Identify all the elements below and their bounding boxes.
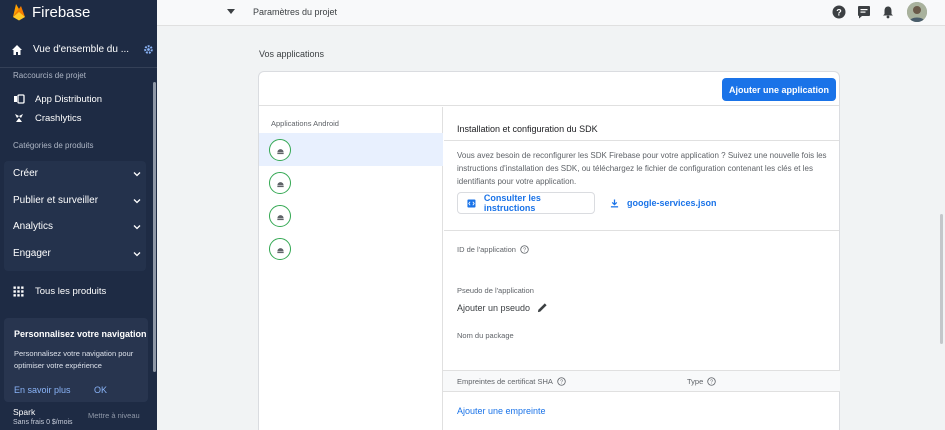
sidebar-item-label: Crashlytics [35,112,82,124]
apps-list-header: Applications Android [271,119,339,128]
type-label: Type ? [687,377,716,386]
chevron-down-icon [133,251,141,256]
nickname-value: Ajouter un pseudo [457,302,531,313]
list-item[interactable] [259,166,443,199]
page-scrollbar[interactable] [940,214,943,344]
brand-name: Firebase [32,3,91,21]
add-fingerprint-link[interactable]: Ajouter une empreinte [457,406,546,416]
view-instructions-label: Consulter les instructions [483,193,541,213]
android-app-icon [269,238,291,260]
list-item[interactable] [259,199,443,232]
top-bar: Paramètres du projet ? [157,0,945,26]
grid-icon [13,286,24,297]
code-icon [467,198,476,208]
all-products[interactable]: Tous les produits [13,286,106,297]
upgrade-button[interactable]: Mettre à niveau [88,411,140,420]
plan-name: Spark [13,407,36,417]
sdk-description: Vous avez besoin de reconfigurer les SDK… [457,151,827,186]
apps-card-header: Ajouter une application [259,72,839,106]
sdk-title: Installation et configuration du SDK [457,124,598,134]
help-circle-icon[interactable]: ? [557,377,566,386]
svg-text:?: ? [710,380,713,386]
crashlytics-icon [15,114,23,122]
plan-subtitle: Sans frais 0 $/mois [13,419,73,426]
all-products-label: Tous les produits [35,286,107,297]
sidebar-scrollbar[interactable] [153,82,156,372]
app-id-label: ID de l'application ? [457,245,529,254]
category-label: Engager [13,248,51,259]
category-label: Analytics [13,221,54,232]
android-app-icon [269,139,291,161]
notifications-icon[interactable] [881,5,895,19]
page-title: Paramètres du projet [253,7,338,17]
app-id-label-text: ID de l'application [457,245,516,254]
divider [444,230,839,231]
chevron-down-icon [133,171,141,176]
android-app-icon [269,172,291,194]
category-release-monitor[interactable]: Publier et surveiller [13,195,141,206]
svg-text:?: ? [523,248,526,254]
gear-icon[interactable] [143,44,154,55]
firebase-console: Firebase Vue d'ensemble du ... Raccourci… [0,0,945,430]
avatar[interactable] [907,2,927,22]
sidebar-item-crashlytics[interactable]: Crashlytics [0,112,81,124]
category-create[interactable]: Créer [13,168,141,179]
download-json-label: google-services.json [627,198,717,208]
home-icon [12,44,22,55]
svg-text:?: ? [836,7,842,17]
nickname-field[interactable]: Ajouter un pseudo [457,302,548,313]
android-apps-list: Applications Android [259,107,443,430]
sidebar: Firebase Vue d'ensemble du ... Raccourci… [0,0,157,430]
download-json-button[interactable]: google-services.json [610,192,717,214]
help-circle-icon[interactable]: ? [520,245,529,254]
svg-text:?: ? [560,380,563,386]
chevron-down-icon [133,224,141,229]
project-overview[interactable]: Vue d'ensemble du ... [0,32,157,68]
view-instructions-button[interactable]: Consulter les instructions [457,192,595,214]
feedback-icon[interactable] [857,5,871,19]
help-icon[interactable]: ? [832,5,846,19]
pencil-icon[interactable] [537,302,548,313]
list-item[interactable] [259,232,443,265]
category-label: Publier et surveiller [13,195,99,206]
categories-section-label: Catégories de produits [13,141,94,150]
project-dropdown-icon[interactable] [227,9,235,15]
promo-title: Personnalisez votre navigation [14,329,147,339]
sha-header: Empreintes de certificat SHA ? Type ? [443,370,840,392]
promo-description: Personnalisez votre navigation pour opti… [14,349,134,370]
nickname-label: Pseudo de l'application [457,286,534,295]
add-app-button[interactable]: Ajouter une application [722,78,836,101]
sha-label: Empreintes de certificat SHA ? [457,377,566,386]
category-engage[interactable]: Engager [13,248,141,259]
list-item[interactable] [259,133,443,166]
download-icon [610,198,619,207]
chevron-down-icon [133,198,141,203]
type-label-text: Type [687,377,704,386]
help-circle-icon[interactable]: ? [707,377,716,386]
android-app-icon [269,205,291,227]
user-avatar-icon [907,2,927,22]
divider [444,140,839,141]
category-analytics[interactable]: Analytics [13,221,141,232]
learn-more-link[interactable]: En savoir plus [14,385,71,395]
category-label: Créer [13,168,39,179]
sha-label-text: Empreintes de certificat SHA [457,377,553,386]
firebase-logo-icon [13,4,25,21]
project-overview-label: Vue d'ensemble du ... [33,44,130,55]
navigation-promo: Personnalisez votre navigation Personnal… [4,318,148,402]
brand[interactable]: Firebase [0,0,157,24]
app-distribution-icon [14,94,25,104]
shortcuts-section-label: Raccourcis de projet [13,71,86,80]
package-name-label: Nom du package [457,331,514,340]
sidebar-item-label: App Distribution [35,93,103,105]
sidebar-item-app-distribution[interactable]: App Distribution [0,93,102,105]
section-title: Vos applications [259,49,325,59]
ok-button[interactable]: OK [94,385,107,395]
